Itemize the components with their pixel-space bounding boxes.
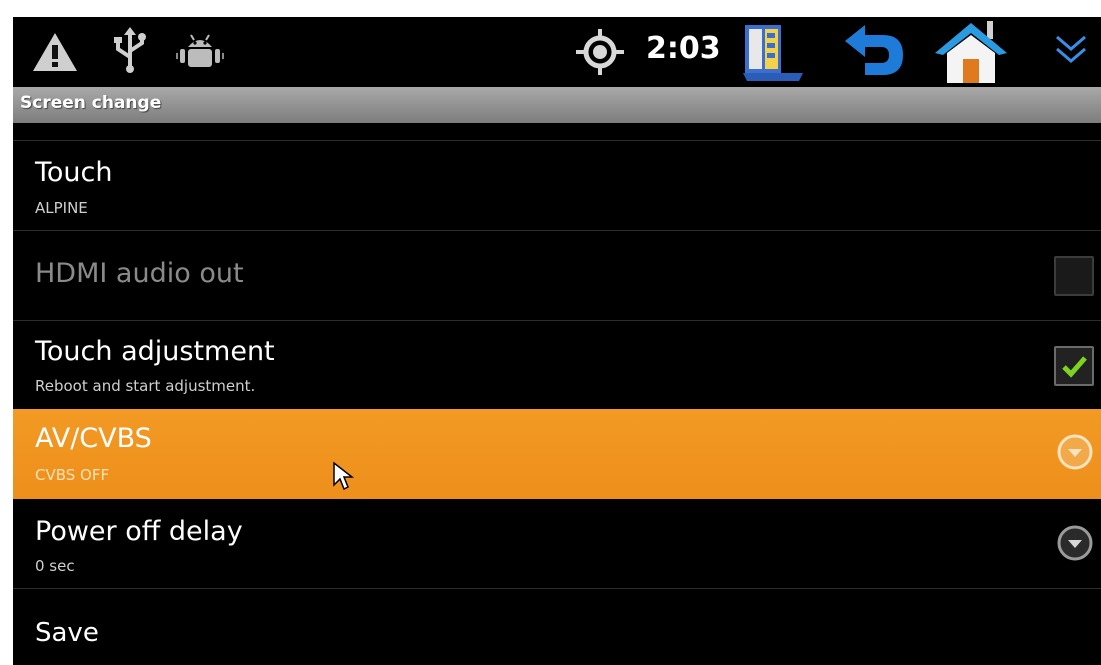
home-icon[interactable] (933, 19, 1009, 89)
list-item-title: Touch (35, 157, 113, 188)
touch-adjustment-checkbox[interactable] (1054, 346, 1094, 386)
chevron-down-icon[interactable] (1056, 524, 1094, 562)
hdmi-audio-out-checkbox[interactable] (1054, 256, 1094, 296)
gps-icon (576, 29, 624, 79)
back-icon[interactable] (841, 23, 907, 85)
list-item-hdmi-audio-out[interactable]: HDMI audio out (13, 231, 1101, 320)
android-debug-icon (176, 29, 224, 77)
list-item-touch-adjustment[interactable]: Touch adjustment Reboot and start adjust… (13, 321, 1101, 409)
list-item-title: HDMI audio out (35, 258, 244, 289)
list-item-subtitle: CVBS OFF (35, 466, 110, 484)
list-item-subtitle: Reboot and start adjustment. (35, 377, 256, 395)
check-icon (1062, 356, 1087, 378)
list-item-save[interactable]: Save (13, 589, 1101, 665)
list-item-av-cvbs[interactable]: AV/CVBS CVBS OFF (13, 409, 1101, 499)
list-item-subtitle: ALPINE (35, 199, 88, 217)
list-item-title: Touch adjustment (35, 336, 275, 367)
mouse-cursor-icon (332, 461, 355, 497)
window-switch-icon[interactable] (741, 23, 807, 85)
expand-icon[interactable] (1053, 33, 1089, 69)
list-item-power-off-delay[interactable]: Power off delay 0 sec (13, 499, 1101, 588)
title-bar: Screen change (13, 87, 1101, 123)
page-title: Screen change (20, 93, 162, 113)
status-bar: 2:03 (13, 17, 1101, 87)
list-item-title: Power off delay (35, 516, 243, 547)
list-item-touch[interactable]: Touch ALPINE (13, 141, 1101, 230)
status-clock: 2:03 (646, 31, 721, 66)
list-item-title: AV/CVBS (35, 423, 152, 454)
warning-icon (31, 31, 79, 77)
screen: 2:03 Screen change Touch ALPINE HDMI aud… (13, 17, 1101, 665)
list-item-title: Save (35, 618, 99, 648)
usb-icon (113, 27, 147, 77)
chevron-down-icon[interactable] (1056, 433, 1094, 471)
list-item-subtitle: 0 sec (35, 557, 75, 575)
